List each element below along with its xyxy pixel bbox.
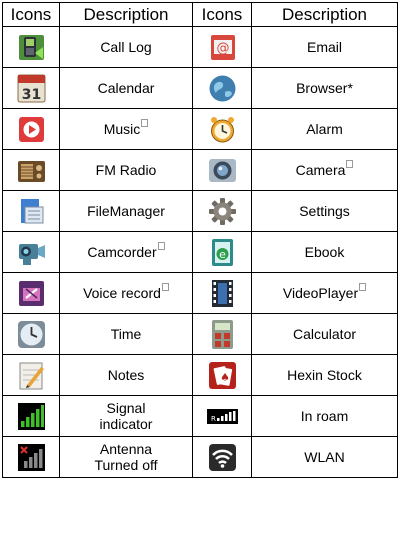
in-roam-icon: R xyxy=(206,400,239,433)
wlan-icon xyxy=(206,441,239,474)
footnote-mark xyxy=(359,283,367,291)
fm-radio-icon xyxy=(15,154,48,187)
svg-text:@: @ xyxy=(216,41,229,56)
description-signal-line-2: indicator xyxy=(99,416,153,432)
camera-icon xyxy=(206,154,239,187)
svg-text:R: R xyxy=(211,415,216,423)
description-notes: Notes xyxy=(107,367,145,383)
header-icons-right: Icons xyxy=(192,2,252,27)
description-ebook: Ebook xyxy=(304,244,345,260)
description-voice-record: Voice record xyxy=(83,285,161,301)
description-music: Music xyxy=(103,121,141,137)
table-header-row: Icons Description Icons Description xyxy=(2,2,398,27)
browser-icon xyxy=(206,72,239,105)
description-settings: Settings xyxy=(299,203,350,219)
description-fm-radio: FM Radio xyxy=(95,162,157,178)
description-call-log: Call Log xyxy=(100,39,152,55)
table-row: Voice record VideoPlayer xyxy=(2,272,398,314)
description-calculator: Calculator xyxy=(292,326,357,342)
signal-indicator-icon xyxy=(15,400,48,433)
notes-icon xyxy=(15,359,48,392)
description-antenna-line-2: Turned off xyxy=(94,457,158,473)
voice-record-icon xyxy=(15,277,48,310)
description-camcorder: Camcorder xyxy=(87,244,157,260)
description-calendar: Calendar xyxy=(97,80,155,96)
footnote-mark xyxy=(346,160,354,168)
calendar-icon: 31 xyxy=(15,72,48,105)
description-camera: Camera xyxy=(295,162,346,178)
hexin-stock-icon: ♠ xyxy=(206,359,239,392)
table-row: Camcorder e Ebook xyxy=(2,231,398,273)
table-row: Call Log @ Email xyxy=(2,26,398,68)
table-row: Notes ♠ Hexin Stock xyxy=(2,354,398,396)
calculator-icon xyxy=(206,318,239,351)
footnote-mark xyxy=(161,283,169,291)
call-log-icon xyxy=(15,31,48,64)
header-icons-left: Icons xyxy=(2,2,60,27)
time-icon xyxy=(15,318,48,351)
footnote-mark xyxy=(141,119,149,127)
ebook-icon: e xyxy=(206,236,239,269)
header-description-left: Description xyxy=(59,2,193,27)
table-row: 31 Calendar Browser* xyxy=(2,67,398,109)
table-row: Music Alarm xyxy=(2,108,398,150)
description-alarm: Alarm xyxy=(306,121,343,137)
icons-table: Icons Description Icons Description Call… xyxy=(2,2,398,478)
camcorder-icon xyxy=(15,236,48,269)
calendar-icon-number: 31 xyxy=(21,87,40,103)
table-row: Antenna Turned off WLAN xyxy=(2,436,398,478)
ebook-icon-letter: e xyxy=(219,248,226,261)
description-file-manager: FileManager xyxy=(87,203,165,219)
alarm-icon xyxy=(206,113,239,146)
music-icon xyxy=(15,113,48,146)
svg-text:♠: ♠ xyxy=(220,371,230,384)
settings-icon xyxy=(206,195,239,228)
table-row: FM Radio Camera xyxy=(2,149,398,191)
description-browser: Browser* xyxy=(296,80,353,96)
header-description-right: Description xyxy=(251,2,398,27)
description-in-roam: In roam xyxy=(300,408,349,424)
file-manager-icon xyxy=(15,195,48,228)
footnote-mark xyxy=(157,242,165,250)
video-player-icon xyxy=(206,277,239,310)
description-wlan: WLAN xyxy=(304,449,345,465)
icons-description-sheet: Icons Description Icons Description Call… xyxy=(2,2,398,478)
description-antenna-line-1: Antenna xyxy=(99,441,153,457)
table-row: Time Calculator xyxy=(2,313,398,355)
description-video-player: VideoPlayer xyxy=(282,285,359,301)
description-time: Time xyxy=(110,326,142,342)
antenna-off-icon xyxy=(15,441,48,474)
description-hexin-stock: Hexin Stock xyxy=(287,367,362,383)
description-email: Email xyxy=(306,39,342,55)
email-icon: @ xyxy=(206,31,239,64)
table-row: FileManager Settings xyxy=(2,190,398,232)
description-signal-line-1: Signal xyxy=(106,400,146,416)
table-row: Signal indicator R In roam xyxy=(2,395,398,437)
